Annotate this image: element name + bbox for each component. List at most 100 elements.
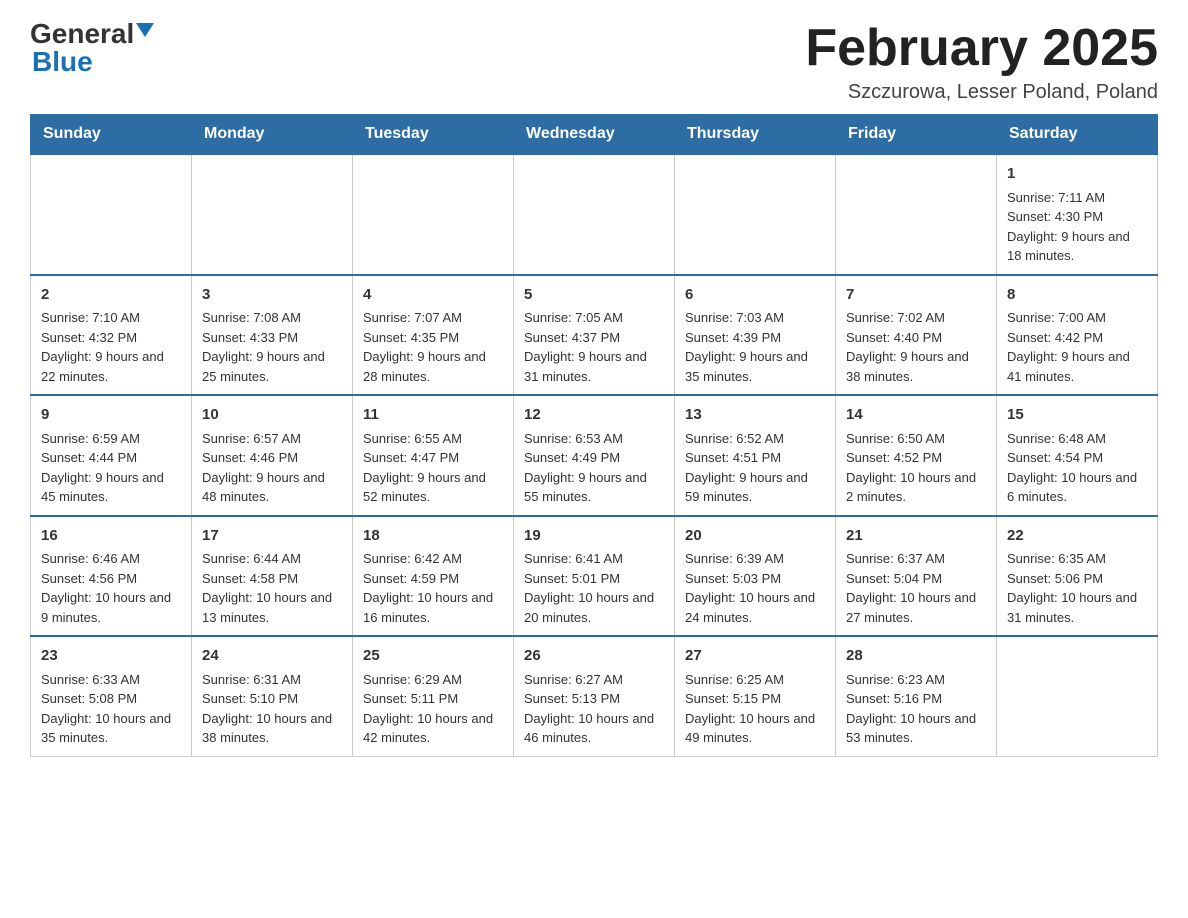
sunrise-text: Sunrise: 6:57 AM <box>202 429 342 449</box>
daylight-text: Daylight: 10 hours and 35 minutes. <box>41 709 181 748</box>
sunset-text: Sunset: 4:49 PM <box>524 448 664 468</box>
day-number: 24 <box>202 645 342 668</box>
calendar-header-row: Sunday Monday Tuesday Wednesday Thursday… <box>31 115 1158 155</box>
sunset-text: Sunset: 4:30 PM <box>1007 207 1147 227</box>
location: Szczurowa, Lesser Poland, Poland <box>805 81 1158 104</box>
sunrise-text: Sunrise: 7:03 AM <box>685 308 825 328</box>
daylight-text: Daylight: 10 hours and 20 minutes. <box>524 588 664 627</box>
calendar-cell: 23Sunrise: 6:33 AMSunset: 5:08 PMDayligh… <box>31 636 192 756</box>
day-number: 9 <box>41 404 181 427</box>
daylight-text: Daylight: 10 hours and 42 minutes. <box>363 709 503 748</box>
calendar-cell: 16Sunrise: 6:46 AMSunset: 4:56 PMDayligh… <box>31 516 192 637</box>
sunrise-text: Sunrise: 6:37 AM <box>846 549 986 569</box>
sunrise-text: Sunrise: 6:50 AM <box>846 429 986 449</box>
logo-triangle-icon <box>136 23 154 37</box>
calendar-cell: 5Sunrise: 7:05 AMSunset: 4:37 PMDaylight… <box>514 275 675 396</box>
sunset-text: Sunset: 5:11 PM <box>363 689 503 709</box>
calendar-cell <box>353 154 514 275</box>
daylight-text: Daylight: 10 hours and 13 minutes. <box>202 588 342 627</box>
sunrise-text: Sunrise: 7:05 AM <box>524 308 664 328</box>
sunrise-text: Sunrise: 7:08 AM <box>202 308 342 328</box>
calendar-cell: 14Sunrise: 6:50 AMSunset: 4:52 PMDayligh… <box>836 395 997 516</box>
day-number: 27 <box>685 645 825 668</box>
daylight-text: Daylight: 10 hours and 38 minutes. <box>202 709 342 748</box>
daylight-text: Daylight: 10 hours and 53 minutes. <box>846 709 986 748</box>
sunrise-text: Sunrise: 6:55 AM <box>363 429 503 449</box>
sunrise-text: Sunrise: 7:02 AM <box>846 308 986 328</box>
calendar-cell: 20Sunrise: 6:39 AMSunset: 5:03 PMDayligh… <box>675 516 836 637</box>
col-tuesday: Tuesday <box>353 115 514 155</box>
day-number: 7 <box>846 284 986 307</box>
page-header: General Blue February 2025 Szczurowa, Le… <box>30 20 1158 104</box>
calendar-cell: 15Sunrise: 6:48 AMSunset: 4:54 PMDayligh… <box>997 395 1158 516</box>
day-number: 16 <box>41 525 181 548</box>
sunrise-text: Sunrise: 6:29 AM <box>363 670 503 690</box>
sunset-text: Sunset: 4:42 PM <box>1007 328 1147 348</box>
sunrise-text: Sunrise: 7:07 AM <box>363 308 503 328</box>
sunset-text: Sunset: 4:46 PM <box>202 448 342 468</box>
daylight-text: Daylight: 9 hours and 59 minutes. <box>685 468 825 507</box>
day-number: 21 <box>846 525 986 548</box>
sunset-text: Sunset: 4:33 PM <box>202 328 342 348</box>
sunrise-text: Sunrise: 7:00 AM <box>1007 308 1147 328</box>
calendar-cell: 9Sunrise: 6:59 AMSunset: 4:44 PMDaylight… <box>31 395 192 516</box>
calendar-cell: 25Sunrise: 6:29 AMSunset: 5:11 PMDayligh… <box>353 636 514 756</box>
daylight-text: Daylight: 10 hours and 46 minutes. <box>524 709 664 748</box>
sunrise-text: Sunrise: 6:59 AM <box>41 429 181 449</box>
sunrise-text: Sunrise: 6:31 AM <box>202 670 342 690</box>
calendar-cell <box>192 154 353 275</box>
sunset-text: Sunset: 4:32 PM <box>41 328 181 348</box>
calendar-cell: 2Sunrise: 7:10 AMSunset: 4:32 PMDaylight… <box>31 275 192 396</box>
sunrise-text: Sunrise: 6:52 AM <box>685 429 825 449</box>
sunset-text: Sunset: 4:35 PM <box>363 328 503 348</box>
sunset-text: Sunset: 4:37 PM <box>524 328 664 348</box>
daylight-text: Daylight: 10 hours and 49 minutes. <box>685 709 825 748</box>
calendar-cell: 21Sunrise: 6:37 AMSunset: 5:04 PMDayligh… <box>836 516 997 637</box>
sunrise-text: Sunrise: 6:53 AM <box>524 429 664 449</box>
daylight-text: Daylight: 9 hours and 28 minutes. <box>363 347 503 386</box>
logo-general: General <box>30 20 134 48</box>
sunrise-text: Sunrise: 6:33 AM <box>41 670 181 690</box>
day-number: 3 <box>202 284 342 307</box>
sunrise-text: Sunrise: 7:11 AM <box>1007 188 1147 208</box>
sunset-text: Sunset: 5:08 PM <box>41 689 181 709</box>
sunset-text: Sunset: 4:56 PM <box>41 569 181 589</box>
day-number: 6 <box>685 284 825 307</box>
calendar-cell: 12Sunrise: 6:53 AMSunset: 4:49 PMDayligh… <box>514 395 675 516</box>
calendar-cell: 22Sunrise: 6:35 AMSunset: 5:06 PMDayligh… <box>997 516 1158 637</box>
daylight-text: Daylight: 9 hours and 55 minutes. <box>524 468 664 507</box>
day-number: 28 <box>846 645 986 668</box>
logo-blue: Blue <box>32 46 93 77</box>
day-number: 5 <box>524 284 664 307</box>
calendar-cell <box>514 154 675 275</box>
sunset-text: Sunset: 5:06 PM <box>1007 569 1147 589</box>
sunset-text: Sunset: 5:04 PM <box>846 569 986 589</box>
daylight-text: Daylight: 10 hours and 27 minutes. <box>846 588 986 627</box>
col-friday: Friday <box>836 115 997 155</box>
calendar-cell: 18Sunrise: 6:42 AMSunset: 4:59 PMDayligh… <box>353 516 514 637</box>
day-number: 22 <box>1007 525 1147 548</box>
day-number: 25 <box>363 645 503 668</box>
sunrise-text: Sunrise: 6:42 AM <box>363 549 503 569</box>
day-number: 26 <box>524 645 664 668</box>
daylight-text: Daylight: 9 hours and 41 minutes. <box>1007 347 1147 386</box>
daylight-text: Daylight: 10 hours and 9 minutes. <box>41 588 181 627</box>
day-number: 13 <box>685 404 825 427</box>
calendar-cell: 6Sunrise: 7:03 AMSunset: 4:39 PMDaylight… <box>675 275 836 396</box>
day-number: 11 <box>363 404 503 427</box>
sunrise-text: Sunrise: 6:27 AM <box>524 670 664 690</box>
calendar-cell: 3Sunrise: 7:08 AMSunset: 4:33 PMDaylight… <box>192 275 353 396</box>
sunset-text: Sunset: 4:54 PM <box>1007 448 1147 468</box>
day-number: 17 <box>202 525 342 548</box>
sunrise-text: Sunrise: 6:41 AM <box>524 549 664 569</box>
day-number: 12 <box>524 404 664 427</box>
calendar-cell: 17Sunrise: 6:44 AMSunset: 4:58 PMDayligh… <box>192 516 353 637</box>
sunset-text: Sunset: 4:51 PM <box>685 448 825 468</box>
sunset-text: Sunset: 5:13 PM <box>524 689 664 709</box>
calendar-cell: 1Sunrise: 7:11 AMSunset: 4:30 PMDaylight… <box>997 154 1158 275</box>
sunrise-text: Sunrise: 6:25 AM <box>685 670 825 690</box>
calendar-cell <box>31 154 192 275</box>
sunset-text: Sunset: 5:10 PM <box>202 689 342 709</box>
calendar-week-row: 16Sunrise: 6:46 AMSunset: 4:56 PMDayligh… <box>31 516 1158 637</box>
col-wednesday: Wednesday <box>514 115 675 155</box>
